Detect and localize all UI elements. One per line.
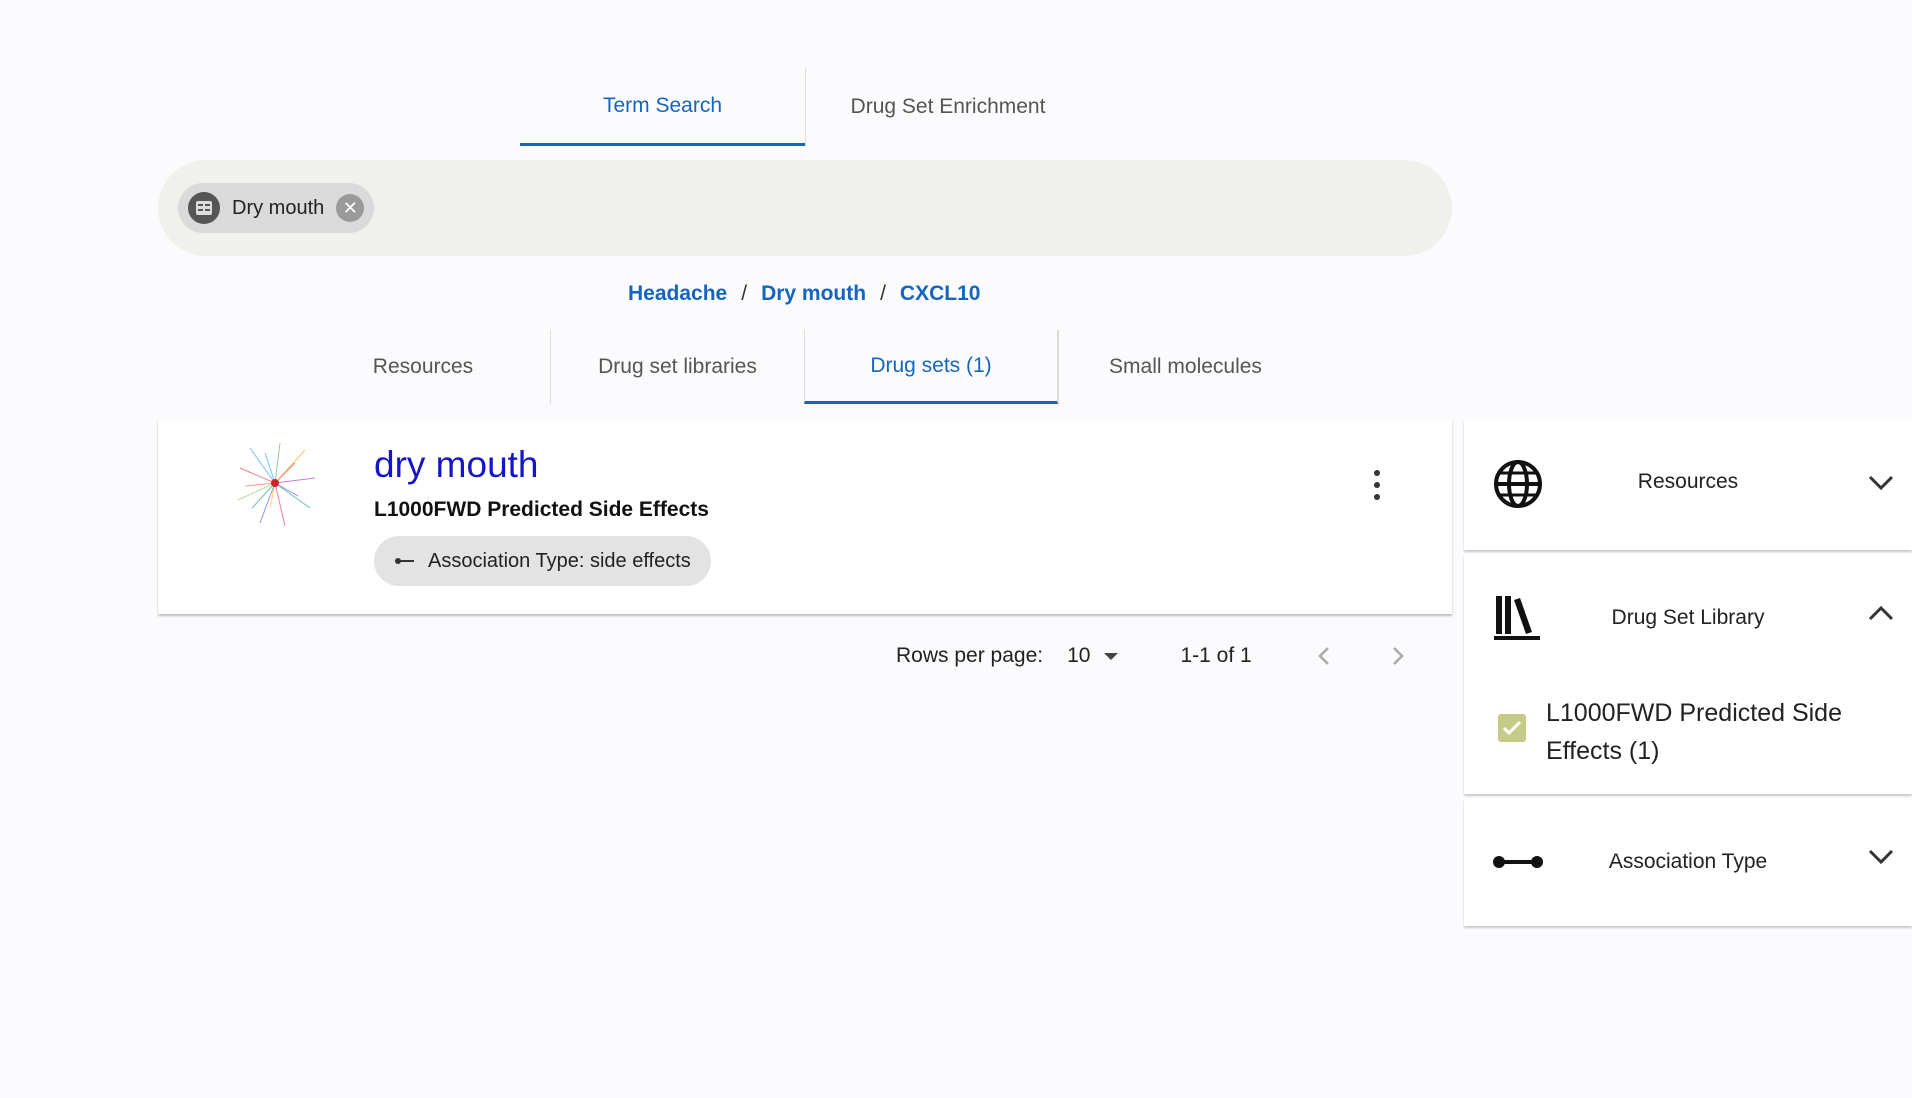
chevron-down-icon — [1868, 849, 1894, 865]
rows-per-page-select[interactable]: 10 — [1067, 644, 1119, 668]
top-tabs: Term Search Drug Set Enrichment — [520, 68, 1090, 146]
breadcrumb-separator: / — [880, 282, 886, 305]
association-type-chip[interactable]: Association Type: side effects — [374, 536, 711, 586]
breadcrumb-separator: / — [741, 282, 748, 305]
drug-set-library: L1000FWD Predicted Side Effects — [374, 498, 709, 521]
filter-option-label: L1000FWD Predicted Side Effects (1) — [1546, 699, 1842, 765]
filter-association-type-label: Association Type — [1608, 850, 1768, 873]
more-vert-icon[interactable] — [1365, 470, 1389, 500]
library-icon — [188, 192, 220, 224]
tab-drug-set-enrichment[interactable]: Drug Set Enrichment — [805, 68, 1090, 146]
breadcrumb-item-headache[interactable]: Headache — [628, 282, 727, 306]
chevron-up-icon — [1868, 605, 1894, 621]
result-tabs: Resources Drug set libraries Drug sets (… — [296, 330, 1312, 404]
tab-drug-set-libraries[interactable]: Drug set libraries — [550, 330, 804, 404]
chevron-left-icon — [1317, 647, 1329, 665]
next-page-button[interactable] — [1378, 640, 1418, 672]
checkbox-checked-icon[interactable] — [1498, 714, 1526, 742]
rows-per-page-value: 10 — [1067, 644, 1091, 667]
search-input[interactable]: Dry mouth ✕ — [158, 160, 1452, 256]
chip-label: Dry mouth — [232, 196, 325, 219]
drug-set-title[interactable]: dry mouth — [374, 444, 539, 486]
filter-option-l1000fwd[interactable]: L1000FWD Predicted Side Effects (1) — [1498, 694, 1866, 770]
chevron-right-icon — [1392, 647, 1404, 665]
tab-small-molecules[interactable]: Small molecules — [1058, 330, 1312, 404]
tab-drug-sets[interactable]: Drug sets (1) — [804, 330, 1058, 404]
association-type-label: Association Type: side effects — [428, 549, 691, 572]
breadcrumb: Headache / Dry mouth / CXCL10 — [628, 282, 980, 306]
network-graph-icon — [237, 442, 316, 527]
page-range: 1-1 of 1 — [1180, 644, 1252, 667]
filter-drug-set-library-header[interactable]: Drug Set Library — [1464, 554, 1912, 664]
tab-term-search[interactable]: Term Search — [520, 68, 805, 146]
close-icon[interactable]: ✕ — [336, 194, 365, 222]
pagination: Rows per page: 10 1-1 of 1 — [896, 640, 1452, 672]
dropdown-arrow-icon — [1104, 652, 1119, 660]
filter-resources-header[interactable]: Resources — [1464, 420, 1912, 530]
filter-drug-set-library: Drug Set Library L1000FWD Predicted Side… — [1464, 554, 1912, 794]
rows-per-page-label: Rows per page: — [896, 644, 1044, 667]
filter-association-type: Association Type — [1464, 798, 1912, 926]
tab-resources[interactable]: Resources — [296, 330, 550, 404]
filter-resources-label: Resources — [1637, 470, 1739, 493]
breadcrumb-item-dry-mouth[interactable]: Dry mouth — [761, 282, 866, 306]
drug-set-card: dry mouth L1000FWD Predicted Side Effect… — [158, 420, 1452, 614]
chevron-down-icon — [1868, 475, 1894, 491]
library-books-icon — [1494, 596, 1540, 640]
previous-page-button[interactable] — [1304, 640, 1344, 672]
filter-resources: Resources — [1464, 420, 1912, 550]
association-icon — [1493, 856, 1543, 868]
association-icon — [395, 558, 414, 564]
filter-association-type-header[interactable]: Association Type — [1464, 798, 1912, 908]
filter-drug-set-library-label: Drug Set Library — [1611, 606, 1765, 629]
search-chip[interactable]: Dry mouth ✕ — [178, 183, 375, 233]
breadcrumb-item-cxcl10[interactable]: CXCL10 — [900, 282, 981, 306]
globe-icon — [1494, 460, 1542, 508]
